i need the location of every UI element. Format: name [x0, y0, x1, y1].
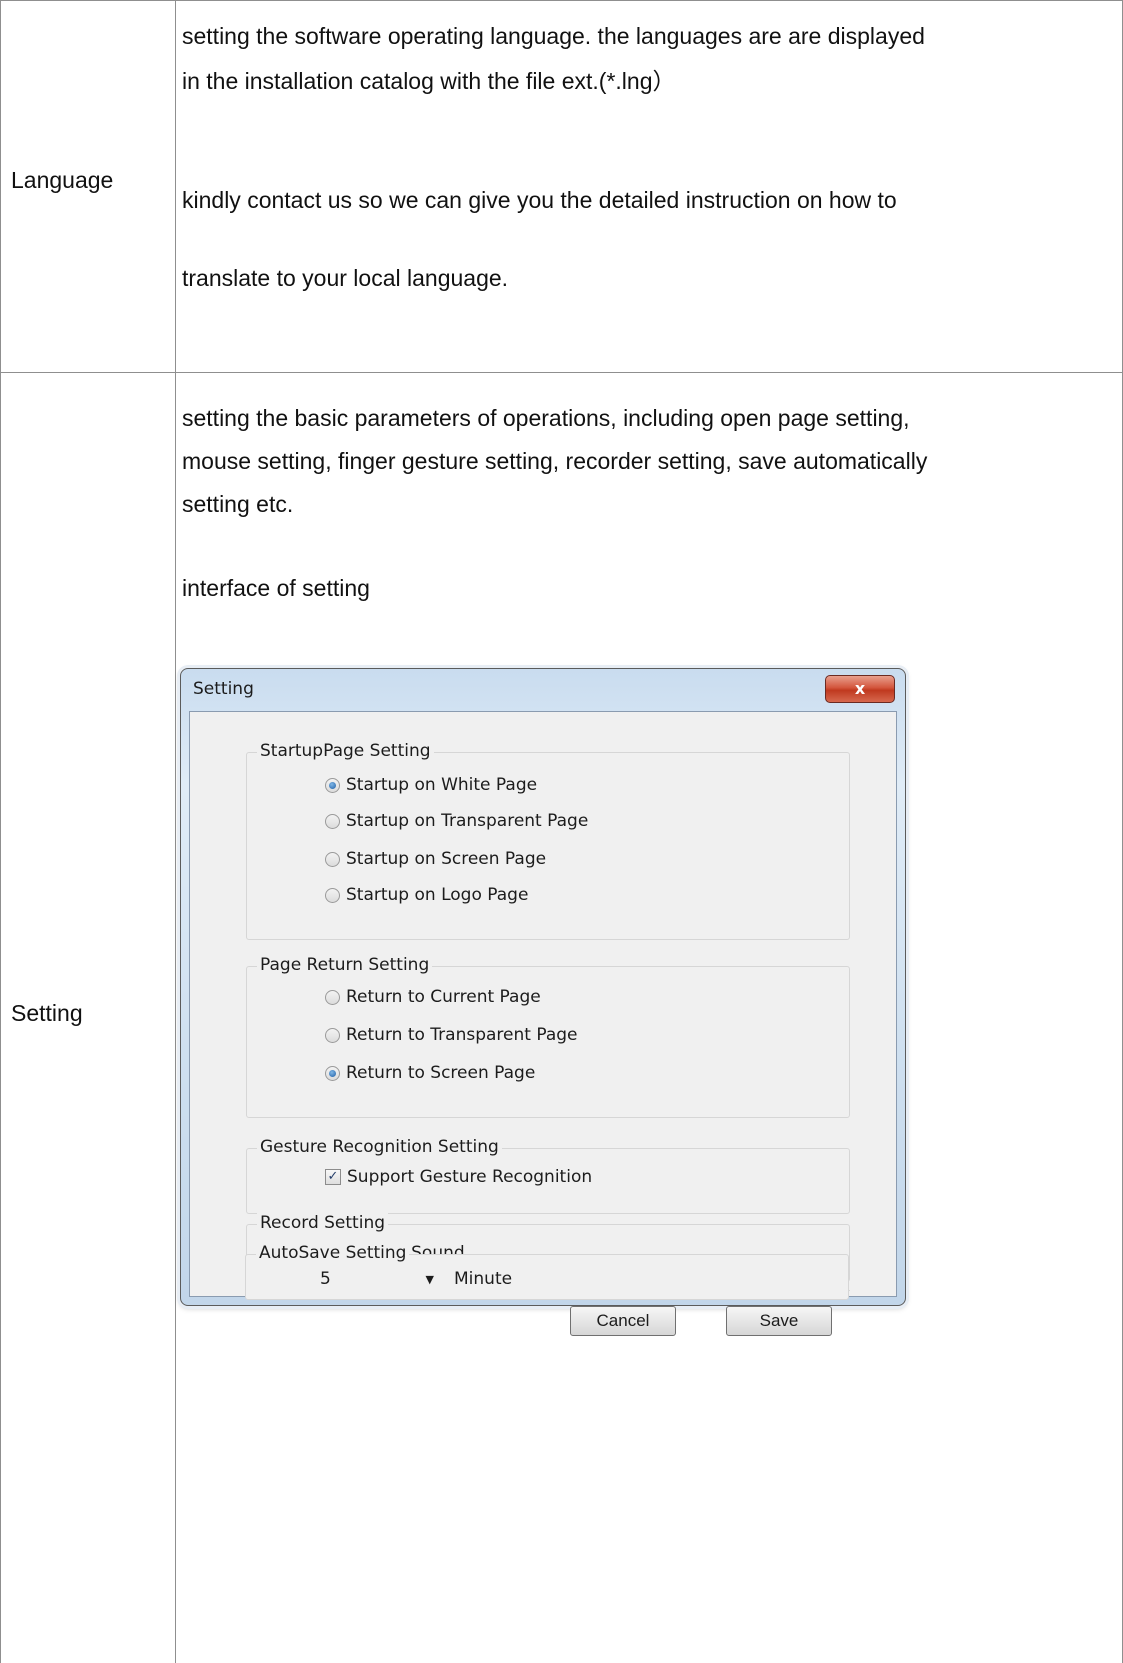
radio-unselected-icon[interactable]: [325, 1027, 340, 1043]
radio-option[interactable]: Return to Current Page: [325, 987, 541, 1007]
description-line: setting the software operating language.…: [182, 23, 925, 49]
group-title: AutoSave Setting: [256, 1243, 410, 1263]
checkbox-checked-icon[interactable]: ✓: [325, 1169, 341, 1185]
autosave-unit-label: Minute: [454, 1269, 513, 1289]
option-label: Return to Screen Page: [346, 1063, 536, 1083]
description-line: setting the basic parameters of operatio…: [182, 405, 910, 431]
checkbox-option[interactable]: ✓ Support Gesture Recognition: [325, 1167, 592, 1187]
group-title: StartupPage Setting: [257, 741, 434, 761]
cancel-button[interactable]: Cancel: [570, 1306, 676, 1336]
option-label: Startup on Transparent Page: [346, 811, 589, 831]
radio-option[interactable]: Return to Screen Page: [325, 1063, 535, 1083]
option-label: Support Gesture Recognition: [347, 1167, 593, 1187]
radio-option[interactable]: Return to Transparent Page: [325, 1025, 578, 1045]
description-line: in the installation catalog with the fil…: [182, 68, 676, 94]
radio-unselected-icon[interactable]: [325, 887, 340, 903]
select-value: 5: [320, 1269, 331, 1289]
save-button[interactable]: Save: [726, 1306, 832, 1336]
autosave-minutes-select[interactable]: 5 ▼: [310, 1267, 438, 1291]
radio-selected-icon[interactable]: [325, 777, 340, 793]
radio-unselected-icon[interactable]: [325, 989, 340, 1005]
table-border-left: [0, 0, 1, 1663]
option-label: Startup on Screen Page: [346, 849, 547, 869]
row-label-setting: Setting: [11, 1000, 83, 1026]
group-title: Record Setting: [257, 1213, 389, 1233]
option-label: Return to Transparent Page: [346, 1025, 578, 1045]
gesture-recognition-group: Gesture Recognition Setting ✓ Support Ge…: [246, 1137, 850, 1214]
description-line: translate to your local language.: [182, 265, 509, 291]
close-button[interactable]: x: [825, 675, 895, 703]
radio-unselected-icon[interactable]: [325, 813, 340, 829]
row-divider: [0, 372, 1123, 373]
table-border-top: [0, 0, 1123, 1]
dialog-title: Setting: [193, 679, 254, 699]
option-label: Startup on Logo Page: [346, 885, 529, 905]
column-divider: [175, 0, 176, 1663]
radio-selected-icon[interactable]: [325, 1065, 340, 1081]
startup-page-group: StartupPage Setting Startup on White Pag…: [246, 741, 850, 940]
page-return-group: Page Return Setting Return to Current Pa…: [246, 955, 850, 1118]
description-line: mouse setting, finger gesture setting, r…: [182, 448, 928, 474]
description-line: kindly contact us so we can give you the…: [182, 187, 897, 213]
dialog-body: StartupPage Setting Startup on White Pag…: [189, 711, 897, 1297]
radio-unselected-icon[interactable]: [325, 851, 340, 867]
chevron-down-icon: ▼: [425, 1272, 434, 1286]
radio-option[interactable]: Startup on Transparent Page: [325, 811, 588, 831]
radio-option[interactable]: Startup on Logo Page: [325, 885, 528, 905]
radio-option[interactable]: Startup on Screen Page: [325, 849, 546, 869]
option-label: Return to Current Page: [346, 987, 541, 1007]
row-label-language: Language: [11, 167, 114, 193]
group-title: Gesture Recognition Setting: [257, 1137, 502, 1157]
radio-option[interactable]: Startup on White Page: [325, 775, 537, 795]
autosave-section: AutoSave Setting 5 ▼ Minute: [245, 1243, 849, 1300]
setting-dialog: Setting x StartupPage Setting Startup on…: [180, 668, 906, 1306]
group-title: Page Return Setting: [257, 955, 433, 975]
document-table: Language setting the software operating …: [0, 0, 1123, 1663]
option-label: Startup on White Page: [346, 775, 538, 795]
description-line: setting etc.: [182, 491, 294, 517]
description-line: interface of setting: [182, 575, 370, 601]
